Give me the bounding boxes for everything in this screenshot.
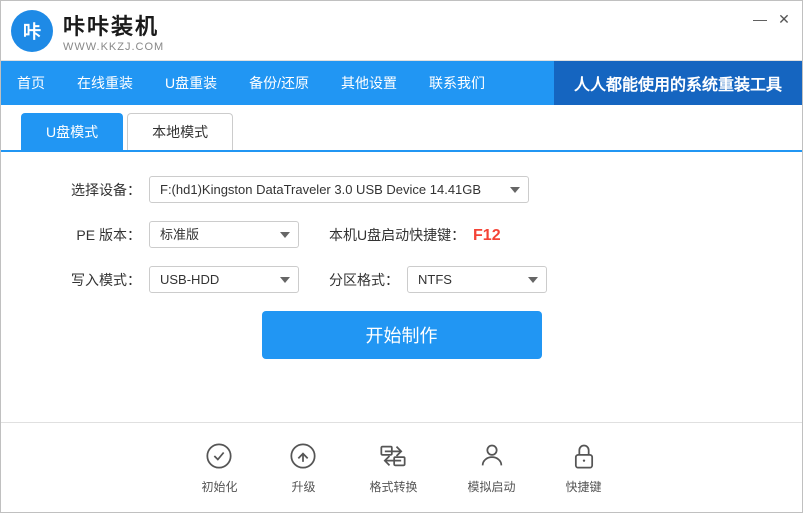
lock-icon: [568, 440, 600, 472]
hotkey-info: 本机U盘启动快捷键： F12: [329, 225, 501, 245]
write-label: 写入模式：: [61, 270, 141, 290]
app-title-block: 咔咔装机 WWW.KKZJ.COM: [63, 9, 164, 53]
partition-select[interactable]: NTFS: [407, 266, 547, 293]
upload-circle-icon: [287, 440, 319, 472]
logo-char: 咔: [23, 18, 41, 44]
tool-shortcut[interactable]: 快捷键: [566, 440, 602, 495]
form-area: 选择设备： F:(hd1)Kingston DataTraveler 3.0 U…: [1, 152, 802, 422]
bottom-toolbar: 初始化 升级: [1, 422, 802, 512]
nav-item-online[interactable]: 在线重装: [61, 61, 149, 105]
app-logo: 咔: [11, 10, 53, 52]
tool-initialize-label: 初始化: [201, 478, 237, 495]
tool-simulate-boot[interactable]: 模拟启动: [468, 440, 516, 495]
hotkey-label: 本机U盘启动快捷键：: [329, 227, 465, 243]
nav-item-backup[interactable]: 备份/还原: [233, 61, 325, 105]
tab-local-mode[interactable]: 本地模式: [127, 113, 233, 150]
minimize-button[interactable]: —: [752, 11, 768, 27]
main-window: 咔 咔咔装机 WWW.KKZJ.COM — ✕ 首页 在线重装 U盘重装 备份/…: [0, 0, 803, 513]
app-url: WWW.KKZJ.COM: [63, 41, 164, 53]
tool-simulate-label: 模拟启动: [468, 478, 516, 495]
tool-format-convert[interactable]: 格式转换: [369, 440, 417, 495]
tool-initialize[interactable]: 初始化: [201, 440, 237, 495]
person-icon: [476, 440, 508, 472]
nav-item-contact[interactable]: 联系我们: [413, 61, 501, 105]
app-title: 咔咔装机: [63, 9, 164, 41]
content-area: U盘模式 本地模式 选择设备： F:(hd1)Kingston DataTrav…: [1, 105, 802, 422]
tabs: U盘模式 本地模式: [1, 113, 802, 152]
device-select[interactable]: F:(hd1)Kingston DataTraveler 3.0 USB Dev…: [149, 176, 529, 203]
check-circle-icon: [203, 440, 235, 472]
close-button[interactable]: ✕: [776, 11, 792, 27]
write-select[interactable]: USB-HDD: [149, 266, 299, 293]
nav-item-home[interactable]: 首页: [1, 61, 61, 105]
pe-select[interactable]: 标准版: [149, 221, 299, 248]
pe-label: PE 版本：: [61, 225, 141, 245]
partition-label: 分区格式：: [319, 270, 399, 290]
start-button[interactable]: 开始制作: [262, 311, 542, 359]
nav-item-usb[interactable]: U盘重装: [149, 61, 233, 105]
device-label: 选择设备：: [61, 180, 141, 200]
tool-shortcut-label: 快捷键: [566, 478, 602, 495]
tool-upgrade[interactable]: 升级: [287, 440, 319, 495]
hotkey-value: F12: [473, 227, 501, 244]
swap-icon: [377, 440, 409, 472]
tool-format-label: 格式转换: [369, 478, 417, 495]
nav-items: 首页 在线重装 U盘重装 备份/还原 其他设置 联系我们: [1, 61, 501, 105]
nav-slogan: 人人都能使用的系统重装工具: [554, 61, 802, 105]
tab-usb-mode[interactable]: U盘模式: [21, 113, 123, 150]
nav-bar: 首页 在线重装 U盘重装 备份/还原 其他设置 联系我们 人人都能使用的系统重装…: [1, 61, 802, 105]
write-row: 写入模式： USB-HDD 分区格式： NTFS: [61, 266, 742, 293]
title-bar: 咔 咔咔装机 WWW.KKZJ.COM — ✕: [1, 1, 802, 61]
window-controls: — ✕: [752, 11, 792, 27]
tool-upgrade-label: 升级: [291, 478, 315, 495]
nav-item-settings[interactable]: 其他设置: [325, 61, 413, 105]
device-row: 选择设备： F:(hd1)Kingston DataTraveler 3.0 U…: [61, 176, 742, 203]
pe-row: PE 版本： 标准版 本机U盘启动快捷键： F12: [61, 221, 742, 248]
